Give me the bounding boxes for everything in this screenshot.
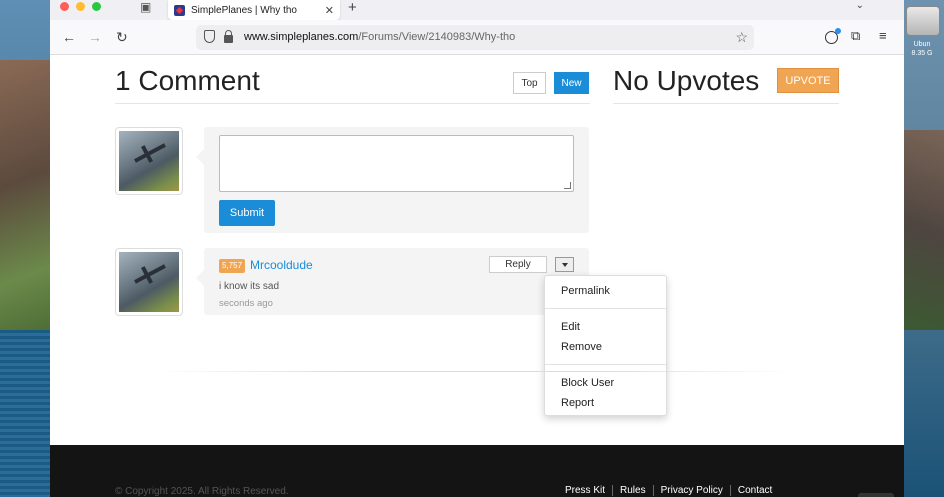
comment-item: 5,757 Mrcooldude i know its sad seconds … [196, 248, 589, 315]
copyright-text: © Copyright 2025. All Rights Reserved. [115, 486, 289, 497]
drive-icon[interactable] [906, 6, 940, 36]
close-tab-icon[interactable]: ✕ [325, 4, 334, 17]
browser-window: ▣ SimplePlanes | Why tho ✕ + ⌄ ← → ↻ www… [50, 0, 904, 497]
avatar-image [119, 131, 179, 191]
minimize-window-button[interactable] [76, 2, 85, 11]
comments-title: 1 Comment [115, 65, 260, 96]
account-icon[interactable] [825, 28, 841, 44]
tab-title: SimplePlanes | Why tho [191, 4, 297, 16]
comments-title-divider [115, 103, 590, 104]
back-button[interactable]: ← [62, 29, 76, 45]
drive-label: Ubun 8.35 G [911, 41, 933, 57]
comment-username-link[interactable]: Mrcooldude [250, 258, 313, 272]
avatar[interactable] [115, 248, 183, 316]
upvotes-title: No Upvotes [613, 65, 760, 96]
reload-button[interactable]: ↻ [116, 29, 128, 45]
menu-item-edit[interactable]: Edit [561, 321, 580, 333]
avatar[interactable] [115, 127, 183, 195]
reputation-badge: 5,757 [219, 259, 246, 273]
upvote-button[interactable]: UPVOTE [777, 68, 839, 93]
lock-icon[interactable] [224, 30, 233, 43]
corner-widget [858, 493, 894, 497]
menu-divider [545, 364, 668, 365]
desktop-right-strip: Ubun 8.35 G [900, 0, 944, 497]
menu-icon[interactable]: ≡ [879, 28, 887, 43]
upvotes-title-divider [613, 103, 839, 104]
tracking-shield-icon[interactable] [204, 30, 215, 43]
comment-timestamp[interactable]: seconds ago [219, 298, 273, 309]
page-content: 1 Comment Top New No Upvotes UPVOTE Subm… [50, 55, 904, 445]
bookmark-star-icon[interactable]: ☆ [735, 29, 748, 46]
menu-item-remove[interactable]: Remove [561, 341, 602, 353]
tab-list-icon[interactable]: ▣ [140, 0, 154, 14]
comment-options-menu: Permalink Edit Remove Block User Report [544, 275, 668, 416]
footer-link-contact[interactable]: Contact [729, 485, 779, 496]
comment-options-button[interactable] [555, 257, 574, 272]
footer-links: Press Kit Rules Privacy Policy Contact [565, 485, 779, 496]
zoom-window-button[interactable] [92, 2, 101, 11]
comment-textarea[interactable] [219, 135, 574, 192]
tab-simpleplanes[interactable]: SimplePlanes | Why tho ✕ [168, 0, 340, 20]
forward-button[interactable]: → [88, 29, 102, 45]
comment-form: Submit [196, 127, 589, 233]
submit-button[interactable]: Submit [219, 200, 275, 226]
url-text[interactable]: www.simpleplanes.com/Forums/View/2140983… [244, 31, 515, 43]
new-tab-button[interactable]: + [348, 0, 357, 16]
reply-button[interactable]: Reply [489, 256, 547, 273]
simpleplanes-favicon-icon [174, 4, 185, 16]
menu-item-report[interactable]: Report [561, 397, 594, 409]
extensions-icon[interactable]: ⧉ [851, 28, 860, 44]
tab-bar: ▣ SimplePlanes | Why tho ✕ + ⌄ [50, 0, 904, 20]
url-bar[interactable]: www.simpleplanes.com/Forums/View/2140983… [196, 25, 754, 50]
footer-link-press-kit[interactable]: Press Kit [565, 485, 612, 496]
menu-item-permalink[interactable]: Permalink [561, 285, 610, 297]
navigation-bar: ← → ↻ www.simpleplanes.com/Forums/View/2… [50, 20, 904, 55]
footer-link-rules[interactable]: Rules [612, 485, 653, 496]
page-divider [155, 371, 795, 372]
tab-overflow-icon[interactable]: ⌄ [856, 0, 864, 11]
menu-item-block-user[interactable]: Block User [561, 377, 614, 389]
comment-text: i know its sad [219, 281, 280, 292]
sort-top-button[interactable]: Top [513, 72, 546, 94]
close-window-button[interactable] [60, 2, 69, 11]
sort-new-button[interactable]: New [554, 72, 589, 94]
avatar-image [119, 252, 179, 312]
site-footer: © Copyright 2025. All Rights Reserved. P… [50, 445, 904, 497]
footer-link-privacy-policy[interactable]: Privacy Policy [652, 485, 730, 496]
menu-divider [545, 308, 668, 309]
